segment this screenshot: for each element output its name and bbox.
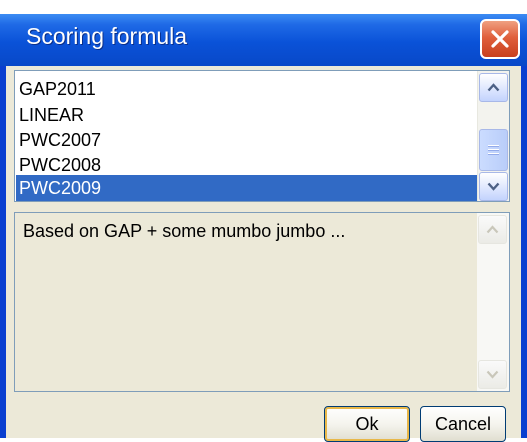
description-text: Based on GAP + some mumbo jumbo ... xyxy=(23,221,346,241)
background-window-cropped-text xyxy=(0,0,527,14)
cancel-button[interactable]: Cancel xyxy=(420,406,506,442)
dialog-client-area: GAP2011 LINEAR PWC2007 PWC2008 PWC2009 B… xyxy=(6,66,521,442)
list-item-linear[interactable]: LINEAR xyxy=(19,102,84,129)
thumb-grip-line xyxy=(488,153,499,155)
description-scroll-up-button xyxy=(478,215,507,244)
scroll-thumb[interactable] xyxy=(479,129,508,171)
title-bar[interactable]: Scoring formula xyxy=(0,14,527,66)
thumb-grip-line xyxy=(488,149,499,151)
description-textbox[interactable]: Based on GAP + some mumbo jumbo ... xyxy=(14,212,510,392)
scroll-up-arrow-icon xyxy=(486,225,499,234)
formula-listbox[interactable]: GAP2011 LINEAR PWC2007 PWC2008 PWC2009 xyxy=(14,70,510,202)
scroll-down-arrow-icon xyxy=(487,182,500,191)
description-scrollbar-disabled xyxy=(477,213,509,391)
list-item-gap2011[interactable]: GAP2011 xyxy=(19,76,96,103)
scoring-formula-dialog: Scoring formula GAP2011 LINEAR PWC2007 P… xyxy=(0,14,527,442)
scroll-down-arrow-icon xyxy=(486,370,499,379)
scroll-down-button[interactable] xyxy=(479,172,508,201)
scroll-up-button[interactable] xyxy=(479,73,508,102)
list-item-pwc2007[interactable]: PWC2007 xyxy=(19,127,101,154)
list-item-pwc2009-selected[interactable]: PWC2009 xyxy=(16,175,482,201)
dialog-title: Scoring formula xyxy=(26,23,188,49)
thumb-grip-line xyxy=(488,145,499,147)
close-x-icon xyxy=(491,30,509,48)
list-scrollbar[interactable] xyxy=(477,71,509,201)
description-scroll-down-button xyxy=(478,360,507,389)
ok-button[interactable]: Ok xyxy=(324,406,410,442)
scroll-up-arrow-icon xyxy=(487,83,500,92)
close-button[interactable] xyxy=(480,19,520,59)
